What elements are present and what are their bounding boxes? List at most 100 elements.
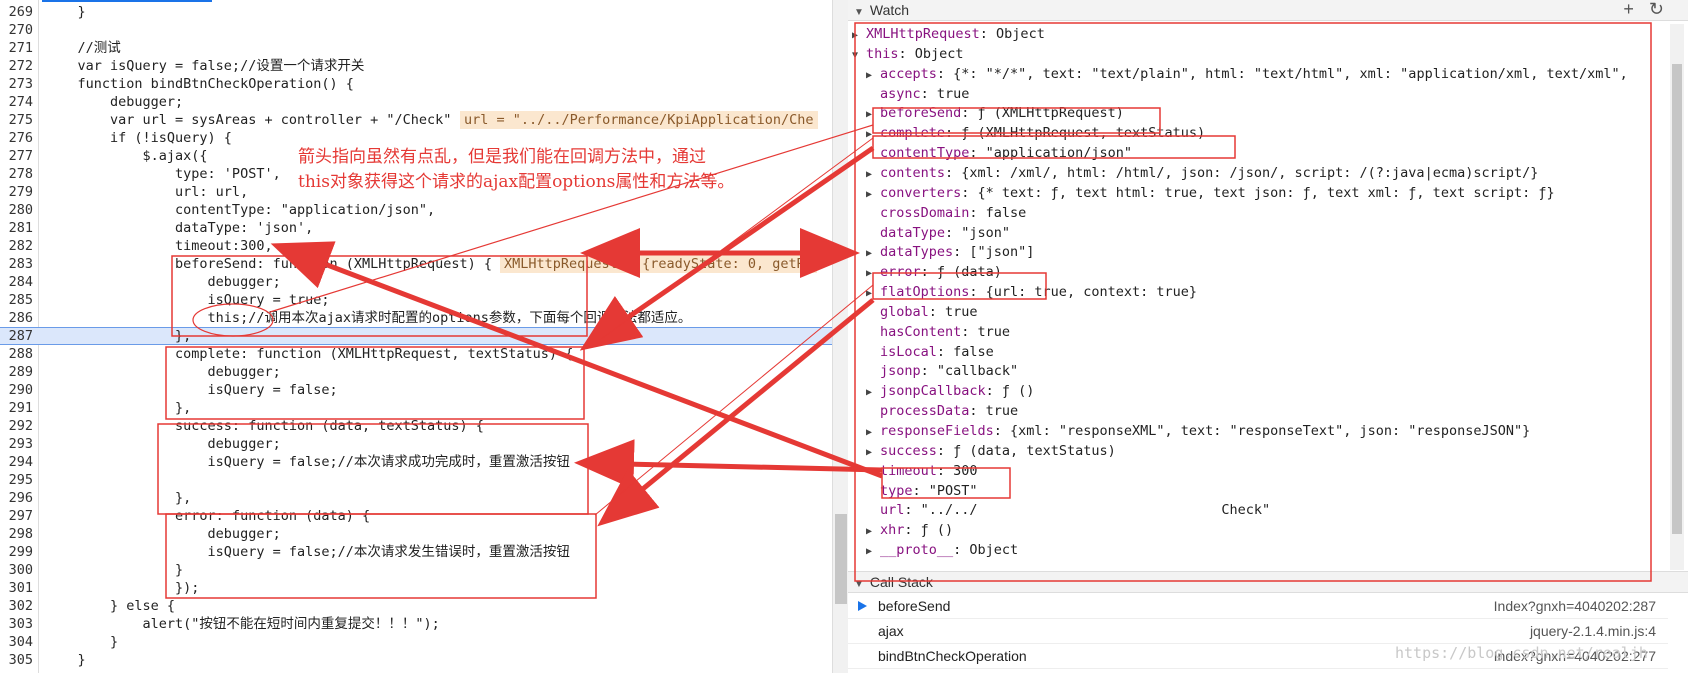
line-number[interactable]: 272 xyxy=(0,57,33,75)
code-line: 270 xyxy=(0,21,832,39)
code-line: 273 function bindBtnCheckOperation() { xyxy=(0,75,832,93)
watch-key: success xyxy=(880,442,937,459)
frame-location-link[interactable]: Index?gnxh=4040202:287 xyxy=(1494,594,1656,618)
code-line: 284 debugger; xyxy=(0,273,832,291)
watch-entry[interactable]: ▶ accepts: {*: "*/*", text: "text/plain",… xyxy=(866,64,1628,84)
code-scrollbar-thumb[interactable] xyxy=(835,514,847,604)
line-number[interactable]: 285 xyxy=(0,291,33,309)
watch-key: beforeSend xyxy=(880,105,962,122)
line-number[interactable]: 297 xyxy=(0,507,33,525)
line-number[interactable]: 289 xyxy=(0,363,33,381)
line-number[interactable]: 283 xyxy=(0,255,33,273)
code-line: 300 } xyxy=(0,561,832,579)
watch-entry[interactable]: ▶ converters: {* text: ƒ, text html: true… xyxy=(866,183,1555,203)
line-number[interactable]: 273 xyxy=(0,75,33,93)
watch-entry[interactable]: ▶ contents: {xml: /xml/, html: /html/, js… xyxy=(866,163,1538,183)
line-number[interactable]: 291 xyxy=(0,399,33,417)
line-number[interactable]: 286 xyxy=(0,309,33,327)
line-number[interactable]: 301 xyxy=(0,579,33,597)
line-number[interactable]: 293 xyxy=(0,435,33,453)
add-watch-icon[interactable]: + xyxy=(1623,0,1634,19)
watch-entry[interactable]: ▶ responseFields: {xml: "responseXML", te… xyxy=(866,421,1530,441)
line-number[interactable]: 281 xyxy=(0,219,33,237)
watch-entry[interactable]: ▼ this: Object xyxy=(852,44,964,64)
loading-progress-bar xyxy=(42,0,212,2)
watch-entry[interactable]: ▶ beforeSend: ƒ (XMLHttpRequest) xyxy=(866,103,1124,123)
refresh-icon[interactable]: ↻ xyxy=(1649,0,1664,19)
watch-entry[interactable]: ▶ complete: ƒ (XMLHttpRequest, textStatus… xyxy=(866,123,1205,143)
line-number[interactable]: 279 xyxy=(0,183,33,201)
watch-value: : {url: true, context: true} xyxy=(969,284,1197,301)
line-number[interactable]: 295 xyxy=(0,471,33,489)
watch-entry[interactable]: type: "POST" xyxy=(866,481,978,501)
watch-value: : "../../ Check" xyxy=(904,502,1271,519)
watch-entry[interactable]: ▶ flatOptions: {url: true, context: true} xyxy=(866,282,1197,302)
line-number[interactable]: 302 xyxy=(0,597,33,615)
watch-entry[interactable]: crossDomain: false xyxy=(866,203,1026,223)
line-number[interactable]: 287 xyxy=(0,328,33,344)
watch-entry[interactable]: ▶ jsonpCallback: ƒ () xyxy=(866,381,1034,401)
code-line: 296 }, xyxy=(0,489,832,507)
callstack-section-header[interactable]: ▼ Call Stack xyxy=(848,571,1688,593)
watch-entry[interactable]: dataType: "json" xyxy=(866,223,1010,243)
inline-value-url: url = "../../Performance/KpiApplication/… xyxy=(460,111,818,129)
line-number[interactable]: 305 xyxy=(0,651,33,669)
code-text: debugger; xyxy=(45,274,281,290)
expand-right-icon[interactable]: ▶ xyxy=(866,542,880,562)
watch-entry[interactable]: ▶ XMLHttpRequest: Object xyxy=(852,24,1045,44)
watch-entry[interactable]: timeout: 300 xyxy=(866,461,978,481)
line-number[interactable]: 278 xyxy=(0,165,33,183)
watch-scrollbar[interactable] xyxy=(1670,24,1684,570)
line-number[interactable]: 271 xyxy=(0,39,33,57)
line-number[interactable]: 277 xyxy=(0,147,33,165)
watch-entry[interactable]: async: true xyxy=(866,84,969,104)
watch-entry[interactable]: url: "../../ Check" xyxy=(866,500,1270,520)
watch-key: dataTypes xyxy=(880,244,954,261)
line-number[interactable]: 298 xyxy=(0,525,33,543)
line-number[interactable]: 269 xyxy=(0,3,33,21)
watch-entry[interactable]: global: true xyxy=(866,302,978,322)
watch-entry[interactable]: ▶ success: ƒ (data, textStatus) xyxy=(866,441,1116,461)
code-line: 281 dataType: 'json', xyxy=(0,219,832,237)
line-number[interactable]: 304 xyxy=(0,633,33,651)
line-number[interactable]: 280 xyxy=(0,201,33,219)
line-number[interactable]: 284 xyxy=(0,273,33,291)
line-number[interactable]: 292 xyxy=(0,417,33,435)
watch-scrollbar-thumb[interactable] xyxy=(1672,64,1682,534)
code-line: 295 xyxy=(0,471,832,489)
watch-entry[interactable]: jsonp: "callback" xyxy=(866,361,1018,381)
line-number[interactable]: 274 xyxy=(0,93,33,111)
watch-entry[interactable]: ▶ xhr: ƒ () xyxy=(866,520,953,540)
watch-entry[interactable]: contentType: "application/json" xyxy=(866,143,1132,163)
debugger-sidebar: ▼ Watch + ↻ ▶ XMLHttpRequest: Object ▼ this:… xyxy=(848,0,1688,673)
line-number[interactable]: 296 xyxy=(0,489,33,507)
callstack-frame[interactable]: ajax jquery-2.1.4.min.js:4 xyxy=(848,619,1668,644)
watch-entry[interactable]: ▶ __proto__: Object xyxy=(866,540,1018,560)
code-text: } xyxy=(45,634,119,650)
line-number[interactable]: 276 xyxy=(0,129,33,147)
code-text: } xyxy=(45,562,184,578)
line-number[interactable]: 270 xyxy=(0,21,33,39)
watch-entry[interactable]: hasContent: true xyxy=(866,322,1010,342)
line-number[interactable]: 290 xyxy=(0,381,33,399)
line-number[interactable]: 294 xyxy=(0,453,33,471)
line-number[interactable]: 275 xyxy=(0,111,33,129)
watch-entry[interactable]: ▶ error: ƒ (data) xyxy=(866,262,1002,282)
watch-value: : false xyxy=(969,204,1027,221)
code-text: $.ajax({ xyxy=(45,148,208,164)
watch-entry[interactable]: ▶ dataTypes: ["json"] xyxy=(866,242,1034,262)
line-number[interactable]: 282 xyxy=(0,237,33,255)
line-number[interactable]: 303 xyxy=(0,615,33,633)
watch-section-header[interactable]: ▼ Watch + ↻ xyxy=(848,0,1688,21)
callstack-frame[interactable]: beforeSend Index?gnxh=4040202:287 xyxy=(848,594,1668,619)
line-number[interactable]: 299 xyxy=(0,543,33,561)
expand-down-icon[interactable]: ▼ xyxy=(852,46,866,66)
watch-entry[interactable]: isLocal: false xyxy=(866,342,994,362)
line-number[interactable]: 300 xyxy=(0,561,33,579)
watch-value: : "POST" xyxy=(912,482,978,499)
watch-entry[interactable]: processData: true xyxy=(866,401,1018,421)
code-scrollbar[interactable] xyxy=(832,0,849,673)
frame-location-link[interactable]: jquery-2.1.4.min.js:4 xyxy=(1530,619,1656,643)
line-number[interactable]: 288 xyxy=(0,345,33,363)
code-line: 298 debugger; xyxy=(0,525,832,543)
